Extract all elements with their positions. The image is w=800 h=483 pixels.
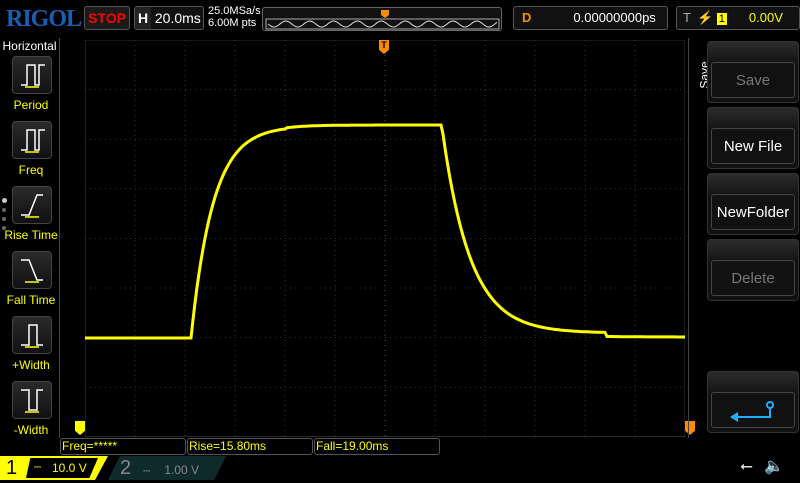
waveform-display[interactable] (85, 40, 685, 437)
menu-item-label: Rise Time (4, 228, 58, 242)
channel-2-tab[interactable]: 2 ⎓ 1.00 V (108, 456, 226, 480)
trigger-level: 0.00V (748, 10, 783, 25)
speaker-muted-icon[interactable]: 🔈 (764, 456, 784, 476)
delay-value: 0.00000000ps (573, 10, 656, 25)
button-label: Save (711, 62, 795, 98)
ch2-number: 2 (120, 457, 132, 479)
trigger-position-marker-icon (381, 10, 389, 18)
dc-coupling-icon: ⎓ (34, 462, 42, 472)
save-menu: Save Save New File NewFolder Delete (688, 38, 800, 438)
page-indicator (2, 198, 7, 230)
menu-title: Horizontal (2, 39, 57, 53)
timebase-value: 20.0ms (154, 10, 201, 26)
ch1-scale: 10.0 V (52, 461, 87, 475)
memory-waveform-preview (265, 10, 500, 30)
acquisition-info: 25.0MSa/s 6.00M pts (208, 5, 261, 29)
back-button[interactable] (707, 371, 799, 433)
period-icon[interactable] (12, 56, 52, 94)
button-label: New File (711, 128, 795, 164)
return-arrow-icon (730, 401, 774, 422)
timebase-box[interactable]: H 20.0ms (134, 6, 204, 30)
button-label: NewFolder (711, 194, 795, 230)
delay-label: D (522, 10, 532, 25)
trigger-label: T (683, 10, 691, 25)
rigol-logo: RIGOL (6, 6, 82, 32)
rise-time-icon[interactable] (12, 186, 52, 224)
ch1-trace (85, 123, 685, 340)
timebase-label: H (135, 7, 151, 29)
trigger-source: 1 (716, 13, 727, 25)
save-button[interactable]: Save (707, 41, 799, 103)
ch1-number: 1 (6, 457, 18, 479)
dc-coupling-icon: ⎓ (143, 466, 151, 476)
sample-rate: 25.0MSa/s (208, 5, 261, 17)
run-stop-status[interactable]: STOP (84, 6, 130, 30)
menu-item-label: Fall Time (6, 293, 56, 307)
delay-box[interactable]: D 0.00000000ps (513, 6, 668, 30)
measurement-rise: Rise=15.80ms (187, 438, 313, 455)
fall-time-icon[interactable] (12, 251, 52, 289)
freq-icon[interactable] (12, 121, 52, 159)
delete-button[interactable]: Delete (707, 239, 799, 301)
positive-width-icon[interactable] (12, 316, 52, 354)
menu-item-label: Freq (18, 163, 44, 177)
ch1-marker-icon[interactable] (75, 421, 85, 435)
menu-item-label: -Width (13, 423, 49, 437)
button-label: Delete (711, 260, 795, 296)
newfolder-button[interactable]: NewFolder (707, 173, 799, 235)
new-file-button[interactable]: New File (707, 107, 799, 169)
menu-item-label: +Width (12, 358, 50, 372)
menu-item-label: Period (13, 98, 49, 112)
trigger-box[interactable]: T ⚡ 1 0.00V (676, 6, 800, 30)
measurement-freq: Freq=***** (60, 438, 186, 455)
horizontal-measure-menu: Horizontal Period Freq Rise Time Fall Time +… (0, 38, 60, 438)
memory-depth: 6.00M pts (208, 17, 257, 29)
memory-overview (262, 7, 502, 31)
negative-width-icon[interactable] (12, 381, 52, 419)
measurement-fall: Fall=19.00ms (314, 438, 440, 455)
rising-edge-icon: ⚡ (696, 10, 714, 25)
ch2-scale: 1.00 V (164, 463, 200, 477)
usb-icon: ⭠ (740, 458, 753, 475)
